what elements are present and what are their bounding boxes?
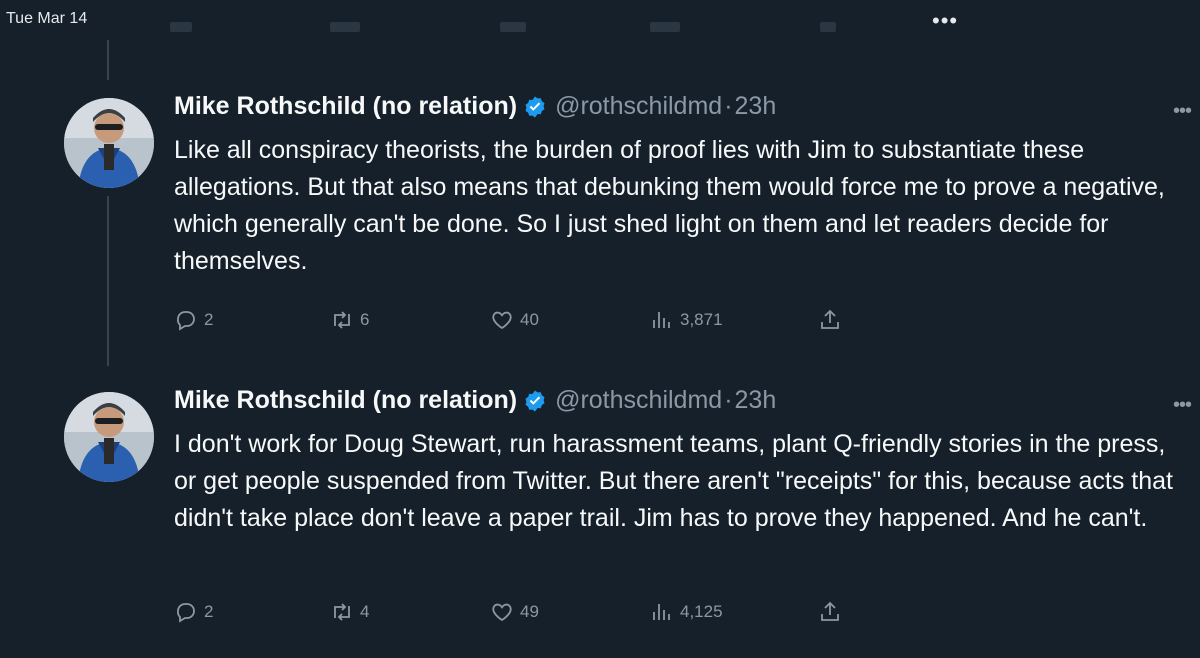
like-count: 40 <box>520 310 539 329</box>
tweet-timestamp[interactable]: 23h <box>735 92 777 121</box>
retweet-icon <box>334 311 350 329</box>
like-button[interactable]: 40 <box>490 308 539 332</box>
retweet-button[interactable]: 4 <box>330 600 369 624</box>
share-button[interactable] <box>818 308 848 332</box>
views-chart-icon <box>653 604 670 620</box>
tweet-actions: 2 4 49 4,125 <box>174 600 854 628</box>
view-count: 3,871 <box>680 310 723 329</box>
more-options-icon[interactable]: ••• <box>1173 394 1192 417</box>
retweet-count: 4 <box>360 602 370 621</box>
views-button[interactable]: 4,125 <box>650 600 723 624</box>
tweet-timestamp[interactable]: 23h <box>735 386 777 415</box>
author-name[interactable]: Mike Rothschild (no relation) <box>174 386 517 415</box>
retweet-button[interactable]: 6 <box>330 308 369 332</box>
tweet-actions: 2 6 40 3,871 <box>174 308 854 336</box>
retweet-icon <box>334 603 350 621</box>
views-chart-icon <box>653 312 670 328</box>
tweet-text: I don't work for Doug Stewart, run haras… <box>174 430 1173 532</box>
tweet-header: Mike Rothschild (no relation) @rothschil… <box>174 386 776 415</box>
share-button[interactable] <box>818 600 848 624</box>
tweet-header: Mike Rothschild (no relation) @rothschil… <box>174 92 776 121</box>
reply-icon <box>177 311 195 331</box>
reply-button[interactable]: 2 <box>174 308 213 332</box>
share-icon <box>821 309 839 329</box>
retweet-count: 6 <box>360 310 370 329</box>
avatar-photo-icon <box>64 392 154 482</box>
author-handle[interactable]: @rothschildmd <box>555 386 722 415</box>
view-count: 4,125 <box>680 602 723 621</box>
separator: · <box>724 92 733 120</box>
reply-count: 2 <box>204 310 214 329</box>
like-count: 49 <box>520 602 539 621</box>
avatar[interactable] <box>64 392 154 482</box>
reply-count: 2 <box>204 602 214 621</box>
share-icon <box>821 601 839 621</box>
heart-icon <box>492 311 512 330</box>
like-button[interactable]: 49 <box>490 600 539 624</box>
avatar-photo-icon <box>64 98 154 188</box>
avatar[interactable] <box>64 98 154 188</box>
more-options-icon[interactable]: ••• <box>1173 100 1192 123</box>
heart-icon <box>492 603 512 622</box>
tweet[interactable]: Mike Rothschild (no relation) @rothschil… <box>0 358 1200 658</box>
reply-button[interactable]: 2 <box>174 600 213 624</box>
verified-badge-icon <box>523 389 547 413</box>
reply-icon <box>177 603 195 623</box>
tweet-text: Like all conspiracy theorists, the burde… <box>174 136 1165 275</box>
verified-badge-icon <box>523 95 547 119</box>
views-button[interactable]: 3,871 <box>650 308 723 332</box>
author-handle[interactable]: @rothschildmd <box>555 92 722 121</box>
author-name[interactable]: Mike Rothschild (no relation) <box>174 92 517 121</box>
separator: · <box>724 386 733 414</box>
tweet[interactable]: Mike Rothschild (no relation) @rothschil… <box>0 0 1200 358</box>
